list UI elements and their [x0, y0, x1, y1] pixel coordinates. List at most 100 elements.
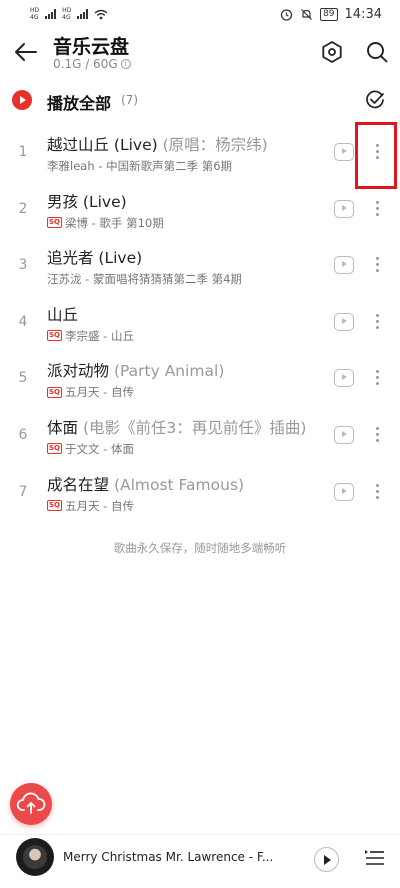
- play-all-row[interactable]: 播放全部 (7): [0, 86, 400, 116]
- page-title: 音乐云盘: [53, 36, 130, 58]
- settings-hexagon-icon[interactable]: [319, 39, 345, 65]
- song-title: 越过山丘 (Live) (原唱：杨宗纬): [47, 133, 268, 155]
- song-title: 成名在望 (Almost Famous): [47, 473, 244, 495]
- song-row[interactable]: 3 追光者 (Live) 汪苏泷 - 蒙面唱将猜猜猜第二季 第4期: [0, 237, 400, 294]
- signal-bars-icon: [45, 9, 57, 19]
- song-artist-album: SQ 五月天 - 自传: [47, 384, 134, 400]
- song-title-note: (原唱：杨宗纬): [157, 136, 268, 154]
- signal-bars-icon: [77, 9, 89, 19]
- mv-play-icon[interactable]: [334, 312, 354, 331]
- song-row[interactable]: 5 派对动物 (Party Animal) SQ 五月天 - 自传: [0, 350, 400, 407]
- song-meta-text: 李宗盛 - 山丘: [65, 328, 134, 343]
- song-meta-text: 于文文 - 体面: [65, 441, 134, 456]
- mini-player[interactable]: Merry Christmas Mr. Lawrence - F...: [0, 834, 400, 888]
- song-meta-text: 五月天 - 自传: [65, 498, 134, 513]
- song-title-main: 越过山丘 (Live): [47, 136, 158, 154]
- song-artist-album: 李雅leah - 中国新歌声第二季 第6期: [47, 158, 232, 174]
- dot: [375, 376, 379, 380]
- mute-bell-icon: [301, 8, 313, 20]
- song-index: 1: [18, 144, 28, 160]
- play-all-icon[interactable]: [12, 90, 32, 110]
- play-button[interactable]: [314, 847, 339, 872]
- song-row[interactable]: 1 越过山丘 (Live) (原唱：杨宗纬) 李雅leah - 中国新歌声第二季 第…: [0, 124, 400, 181]
- dot: [375, 495, 379, 499]
- network-label: 4G: [62, 14, 71, 21]
- dot: [375, 438, 379, 442]
- dot: [375, 483, 379, 487]
- sq-quality-badge: SQ: [47, 217, 62, 229]
- sq-quality-badge: SQ: [47, 330, 62, 342]
- sq-quality-badge: SQ: [47, 500, 62, 512]
- song-artist-album: SQ 于文文 - 体面: [47, 441, 134, 457]
- song-meta-text: 梁博 - 歌手 第10期: [65, 215, 164, 230]
- more-options-icon[interactable]: [371, 311, 383, 333]
- song-title: 山丘: [47, 303, 78, 325]
- signal-1: HD 4G: [30, 7, 39, 21]
- more-options-icon[interactable]: [371, 198, 383, 220]
- song-list: 1 越过山丘 (Live) (原唱：杨宗纬) 李雅leah - 中国新歌声第二季 第…: [0, 124, 400, 520]
- song-meta-text: 李雅leah - 中国新歌声第二季 第6期: [47, 159, 233, 173]
- dot: [375, 212, 379, 216]
- signal-2: HD 4G: [62, 7, 71, 21]
- storage-text: 0.1G / 60G: [53, 57, 118, 71]
- more-options-icon[interactable]: [371, 424, 383, 446]
- dot: [375, 370, 379, 374]
- song-row[interactable]: 4 山丘 SQ 李宗盛 - 山丘: [0, 294, 400, 351]
- mv-play-icon[interactable]: [334, 425, 354, 444]
- alarm-icon: [280, 8, 293, 21]
- more-options-icon[interactable]: [371, 481, 383, 503]
- song-row[interactable]: 6 体面 (电影《前任3：再见前任》插曲) SQ 于文文 - 体面: [0, 407, 400, 464]
- song-index: 5: [18, 370, 28, 387]
- song-title-main: 男孩 (Live): [47, 192, 127, 211]
- upload-button[interactable]: [10, 783, 52, 825]
- dot: [375, 325, 379, 329]
- mv-play-icon[interactable]: [334, 143, 354, 161]
- search-icon[interactable]: [364, 39, 390, 65]
- play-all-label[interactable]: 播放全部: [47, 90, 111, 114]
- album-cover: [23, 845, 47, 869]
- mv-play-icon[interactable]: [334, 199, 354, 218]
- more-options-icon[interactable]: [371, 367, 383, 389]
- dot: [375, 382, 379, 386]
- song-artist-album: SQ 李宗盛 - 山丘: [47, 328, 134, 344]
- mv-play-icon[interactable]: [334, 256, 354, 275]
- wifi-icon: [94, 9, 108, 19]
- network-label: 4G: [30, 14, 39, 21]
- highlight-box: [355, 122, 397, 189]
- song-title: 男孩 (Live): [47, 190, 127, 212]
- mv-play-icon[interactable]: [334, 482, 354, 501]
- now-playing-title[interactable]: Merry Christmas Mr. Lawrence - F...: [63, 850, 273, 864]
- status-time: 14:34: [344, 6, 382, 22]
- dot: [375, 206, 379, 210]
- album-disc[interactable]: [16, 838, 54, 876]
- sq-quality-badge: SQ: [47, 386, 62, 398]
- playlist-icon[interactable]: [364, 849, 386, 869]
- song-row[interactable]: 2 男孩 (Live) SQ 梁博 - 歌手 第10期: [0, 181, 400, 238]
- multi-select-check-icon[interactable]: [364, 89, 386, 111]
- song-artist-album: SQ 梁博 - 歌手 第10期: [47, 215, 164, 231]
- song-title-note: (Party Animal): [109, 362, 225, 381]
- song-count: (7): [121, 93, 138, 107]
- back-arrow-icon[interactable]: [12, 38, 40, 66]
- cloud-upload-icon: [16, 792, 46, 814]
- song-title: 追光者 (Live): [47, 246, 142, 268]
- dot: [375, 200, 379, 204]
- song-index: 2: [18, 200, 28, 217]
- dot: [375, 263, 379, 267]
- song-index: 3: [18, 257, 28, 274]
- info-icon[interactable]: i: [120, 59, 131, 69]
- storage-usage: 0.1G / 60G i: [53, 57, 131, 71]
- header: 音乐云盘 0.1G / 60G i: [0, 28, 400, 80]
- footer-note: 歌曲永久保存，随时随地多端畅听: [113, 541, 287, 555]
- song-title-main: 追光者 (Live): [47, 249, 143, 268]
- mv-play-icon[interactable]: [334, 369, 354, 388]
- dot: [375, 489, 379, 493]
- dot: [375, 257, 379, 261]
- song-title: 体面 (电影《前任3：再见前任》插曲): [47, 416, 306, 438]
- song-title-main: 成名在望: [47, 475, 110, 494]
- song-row[interactable]: 7 成名在望 (Almost Famous) SQ 五月天 - 自传: [0, 464, 400, 521]
- more-options-icon[interactable]: [371, 254, 383, 276]
- hd-label: HD: [30, 7, 40, 14]
- dot: [375, 313, 379, 317]
- battery-icon: 89: [320, 7, 338, 21]
